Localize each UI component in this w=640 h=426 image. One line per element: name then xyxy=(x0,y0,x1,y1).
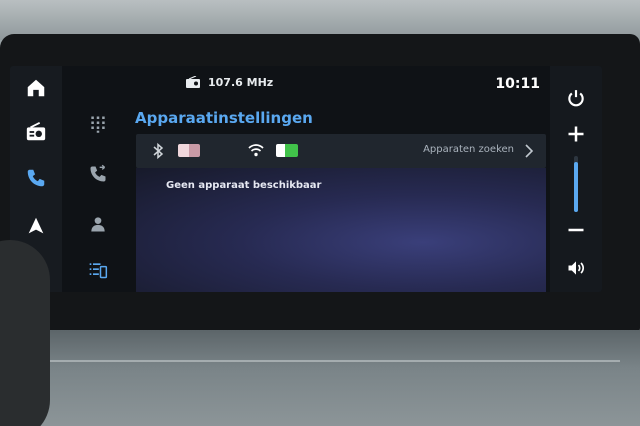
recent-calls-button[interactable] xyxy=(84,160,112,188)
dashboard-trim xyxy=(0,330,640,426)
contacts-icon xyxy=(91,217,105,232)
recent-calls-icon xyxy=(90,164,106,182)
clock: 10:11 xyxy=(495,76,540,92)
dialpad-button[interactable] xyxy=(84,110,112,138)
navigation-icon xyxy=(28,217,44,234)
volume-down-button[interactable] xyxy=(562,216,590,244)
search-devices-button[interactable]: Apparaten zoeken xyxy=(423,144,514,155)
mute-button[interactable] xyxy=(562,254,590,282)
radio-icon xyxy=(26,122,46,141)
steering-wheel-edge xyxy=(0,240,50,426)
status-bar: 107.6 MHz 10:11 xyxy=(120,72,540,94)
contacts-button[interactable] xyxy=(84,210,112,238)
nav-radio-button[interactable] xyxy=(20,116,52,148)
radio-source-icon xyxy=(186,76,200,88)
volume-up-button[interactable] xyxy=(562,120,590,148)
nav-home-button[interactable] xyxy=(20,72,52,104)
device-list-icon xyxy=(89,263,108,279)
volume-slider[interactable] xyxy=(574,156,578,212)
volume-level xyxy=(574,161,578,212)
page-title: Apparaatinstellingen xyxy=(135,109,313,127)
nav-navigation-button[interactable] xyxy=(20,210,52,242)
empty-device-message: Geen apparaat beschikbaar xyxy=(166,180,322,191)
volume-rail xyxy=(550,66,602,292)
bluetooth-toggle[interactable] xyxy=(178,144,200,157)
plus-icon xyxy=(568,126,584,142)
minus-icon xyxy=(568,228,584,232)
bluetooth-icon xyxy=(153,142,164,160)
phone-icon xyxy=(27,169,45,187)
dialpad-icon xyxy=(91,116,105,133)
power-button[interactable] xyxy=(562,84,590,112)
power-icon xyxy=(568,90,584,107)
radio-frequency: 107.6 MHz xyxy=(208,76,274,89)
wifi-icon xyxy=(248,144,264,157)
connectivity-row: Apparaten zoeken xyxy=(136,134,546,168)
wifi-toggle[interactable] xyxy=(276,144,298,157)
device-list-panel: Geen apparaat beschikbaar xyxy=(136,168,546,292)
home-icon xyxy=(27,79,45,97)
trim-line xyxy=(40,360,620,362)
speaker-icon xyxy=(568,261,585,275)
infotainment-screen: 107.6 MHz 10:11 Apparaatinstellingen App… xyxy=(10,66,602,292)
device-list-button[interactable] xyxy=(84,256,112,284)
nav-phone-button[interactable] xyxy=(20,162,52,194)
chevron-right-icon[interactable] xyxy=(524,143,534,159)
phone-sub-menu xyxy=(76,106,120,292)
